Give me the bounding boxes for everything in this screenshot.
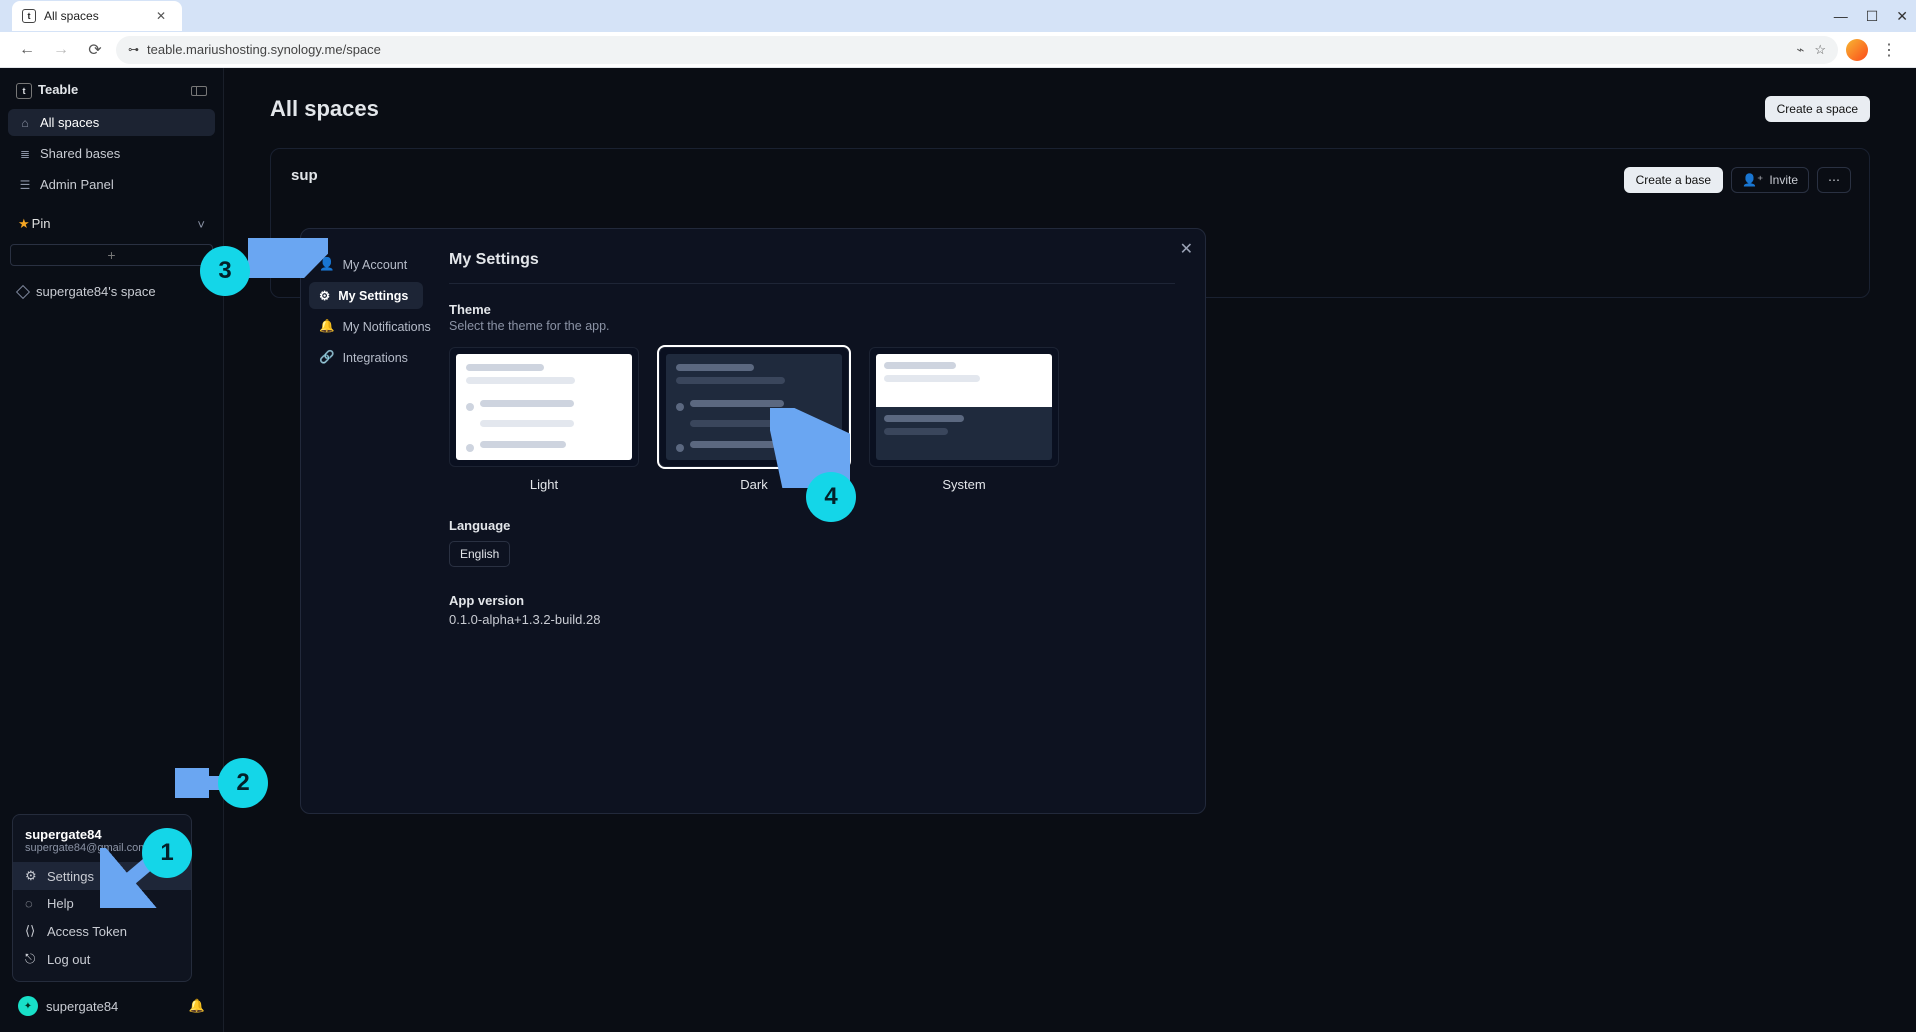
reload-icon[interactable]: ⟳ [82, 37, 108, 63]
home-icon: ⌂ [18, 116, 32, 130]
url-text: teable.mariushosting.synology.me/space [147, 42, 381, 57]
browser-tab[interactable]: t All spaces ✕ [12, 1, 182, 31]
create-base-button[interactable]: Create a base [1624, 167, 1723, 193]
nav-label: All spaces [40, 115, 99, 130]
tab-close-icon[interactable]: ✕ [156, 9, 166, 23]
modal-body: My Settings Theme Select the theme for t… [431, 229, 1205, 813]
theme-label: System [942, 477, 985, 492]
footer-username[interactable]: supergate84 [46, 999, 118, 1014]
user-avatar-icon[interactable]: ✦ [18, 996, 38, 1016]
space-icon [16, 284, 30, 298]
language-section-title: Language [449, 518, 1175, 533]
brand-row: t Teable [8, 76, 215, 105]
version-value: 0.1.0-alpha+1.3.2-build.28 [449, 612, 1175, 627]
maximize-icon[interactable]: ☐ [1866, 8, 1879, 25]
browser-menu-icon[interactable]: ⋮ [1876, 37, 1902, 63]
close-window-icon[interactable]: ✕ [1896, 8, 1908, 25]
minimize-icon[interactable]: — [1834, 8, 1848, 24]
invite-button[interactable]: 👤⁺ Invite [1731, 167, 1809, 193]
theme-label: Dark [740, 477, 767, 492]
theme-option-system[interactable]: System [869, 347, 1059, 492]
modal-title: My Settings [449, 251, 1175, 269]
settings-modal: ✕ 👤 My Account ⚙ My Settings 🔔 My Notifi… [300, 228, 1206, 814]
profile-avatar-icon[interactable] [1846, 39, 1868, 61]
address-bar[interactable]: ⊶ teable.mariushosting.synology.me/space… [116, 36, 1838, 64]
annotation-arrow-3 [248, 238, 328, 278]
modal-tab-my-settings[interactable]: ⚙ My Settings [309, 282, 423, 309]
space-title-text: sup [291, 167, 318, 184]
annotation-badge-1: 1 [142, 828, 192, 878]
usermenu-label: Log out [47, 952, 90, 967]
version-title: App version [449, 593, 1175, 608]
brand-logo-icon: t [16, 83, 32, 99]
toggle-sidebar-icon[interactable] [191, 86, 207, 96]
forward-icon[interactable]: → [48, 37, 74, 63]
app-root: t Teable ⌂ All spaces ≣ Shared bases ☰ Ad… [0, 68, 1916, 1032]
modal-tab-label: Integrations [343, 351, 408, 365]
space-link-label: supergate84's space [36, 284, 156, 299]
invite-label: Invite [1769, 173, 1798, 187]
sidebar-item-all-spaces[interactable]: ⌂ All spaces [8, 109, 215, 136]
usermenu-label: Settings [47, 869, 94, 884]
exit-icon: ⎋ [25, 951, 39, 967]
sidebar-footer: ✦ supergate84 🔔 [8, 988, 215, 1024]
nav-label: Admin Panel [40, 177, 114, 192]
browser-titlebar: t All spaces ✕ — ☐ ✕ [0, 0, 1916, 32]
modal-tab-label: My Settings [338, 289, 408, 303]
window-controls: — ☐ ✕ [1834, 8, 1908, 25]
annotation-badge-3: 3 [200, 246, 250, 296]
usermenu-label: Access Token [47, 924, 127, 939]
browser-toolbar: ← → ⟳ ⊶ teable.mariushosting.synology.me… [0, 32, 1916, 68]
chevron-down-icon[interactable]: ˅ [197, 217, 205, 232]
annotation-badge-2: 2 [218, 758, 268, 808]
brand-name: Teable [38, 82, 78, 97]
usermenu-access-token[interactable]: ⟨⟩ Access Token [13, 917, 191, 945]
link-icon: 🔗 [319, 350, 335, 365]
sidebar-space-link[interactable]: supergate84's space [8, 278, 215, 305]
sidebar-item-admin-panel[interactable]: ☰ Admin Panel [8, 171, 215, 198]
tab-title: All spaces [44, 9, 99, 23]
theme-section-subtitle: Select the theme for the app. [449, 319, 1175, 333]
add-pinned-button[interactable]: + [10, 244, 213, 266]
database-icon: ≣ [18, 147, 32, 161]
modal-tab-integrations[interactable]: 🔗 Integrations [309, 344, 423, 371]
modal-close-icon[interactable]: ✕ [1180, 239, 1193, 259]
site-info-icon[interactable]: ⊶ [128, 43, 139, 56]
theme-label: Light [530, 477, 558, 492]
theme-option-light[interactable]: Light [449, 347, 639, 492]
bookmark-star-icon[interactable]: ☆ [1814, 42, 1826, 58]
modal-tab-label: My Notifications [343, 320, 431, 334]
tab-favicon-icon: t [22, 9, 36, 23]
space-more-button[interactable]: ⋯ [1817, 167, 1851, 193]
sidebar-item-shared-bases[interactable]: ≣ Shared bases [8, 140, 215, 167]
modal-tab-my-notifications[interactable]: 🔔 My Notifications [309, 313, 423, 340]
gear-icon: ⚙ [319, 288, 330, 303]
gear-icon: ⚙ [25, 868, 39, 884]
user-admin-icon: ☰ [18, 178, 32, 192]
pin-label: Pin [32, 216, 51, 231]
modal-tab-label: My Account [343, 258, 408, 272]
space-card-actions: Create a base 👤⁺ Invite ⋯ [1624, 167, 1851, 193]
create-space-button[interactable]: Create a space [1765, 96, 1870, 122]
language-select[interactable]: English [449, 541, 510, 567]
notifications-bell-icon[interactable]: 🔔 [189, 998, 205, 1014]
invite-icon: 👤⁺ [1742, 173, 1763, 187]
main-header: All spaces Create a space [270, 96, 1870, 122]
pin-section[interactable]: ★Pin ˅ [8, 208, 215, 236]
divider [449, 283, 1175, 284]
annotation-badge-4: 4 [806, 472, 856, 522]
page-title: All spaces [270, 96, 379, 122]
space-card-title: sup [291, 167, 1849, 184]
usermenu-logout[interactable]: ⎋ Log out [13, 945, 191, 973]
back-icon[interactable]: ← [14, 37, 40, 63]
modal-sidebar: 👤 My Account ⚙ My Settings 🔔 My Notifica… [301, 229, 431, 813]
help-icon: ◌ [25, 896, 39, 911]
usermenu-label: Help [47, 896, 74, 911]
bell-icon: 🔔 [319, 319, 335, 334]
code-icon: ⟨⟩ [25, 923, 39, 939]
theme-section-title: Theme [449, 302, 1175, 317]
star-icon: ★ [18, 216, 30, 231]
nav-label: Shared bases [40, 146, 120, 161]
password-key-icon[interactable]: ⌁ [1797, 42, 1805, 58]
